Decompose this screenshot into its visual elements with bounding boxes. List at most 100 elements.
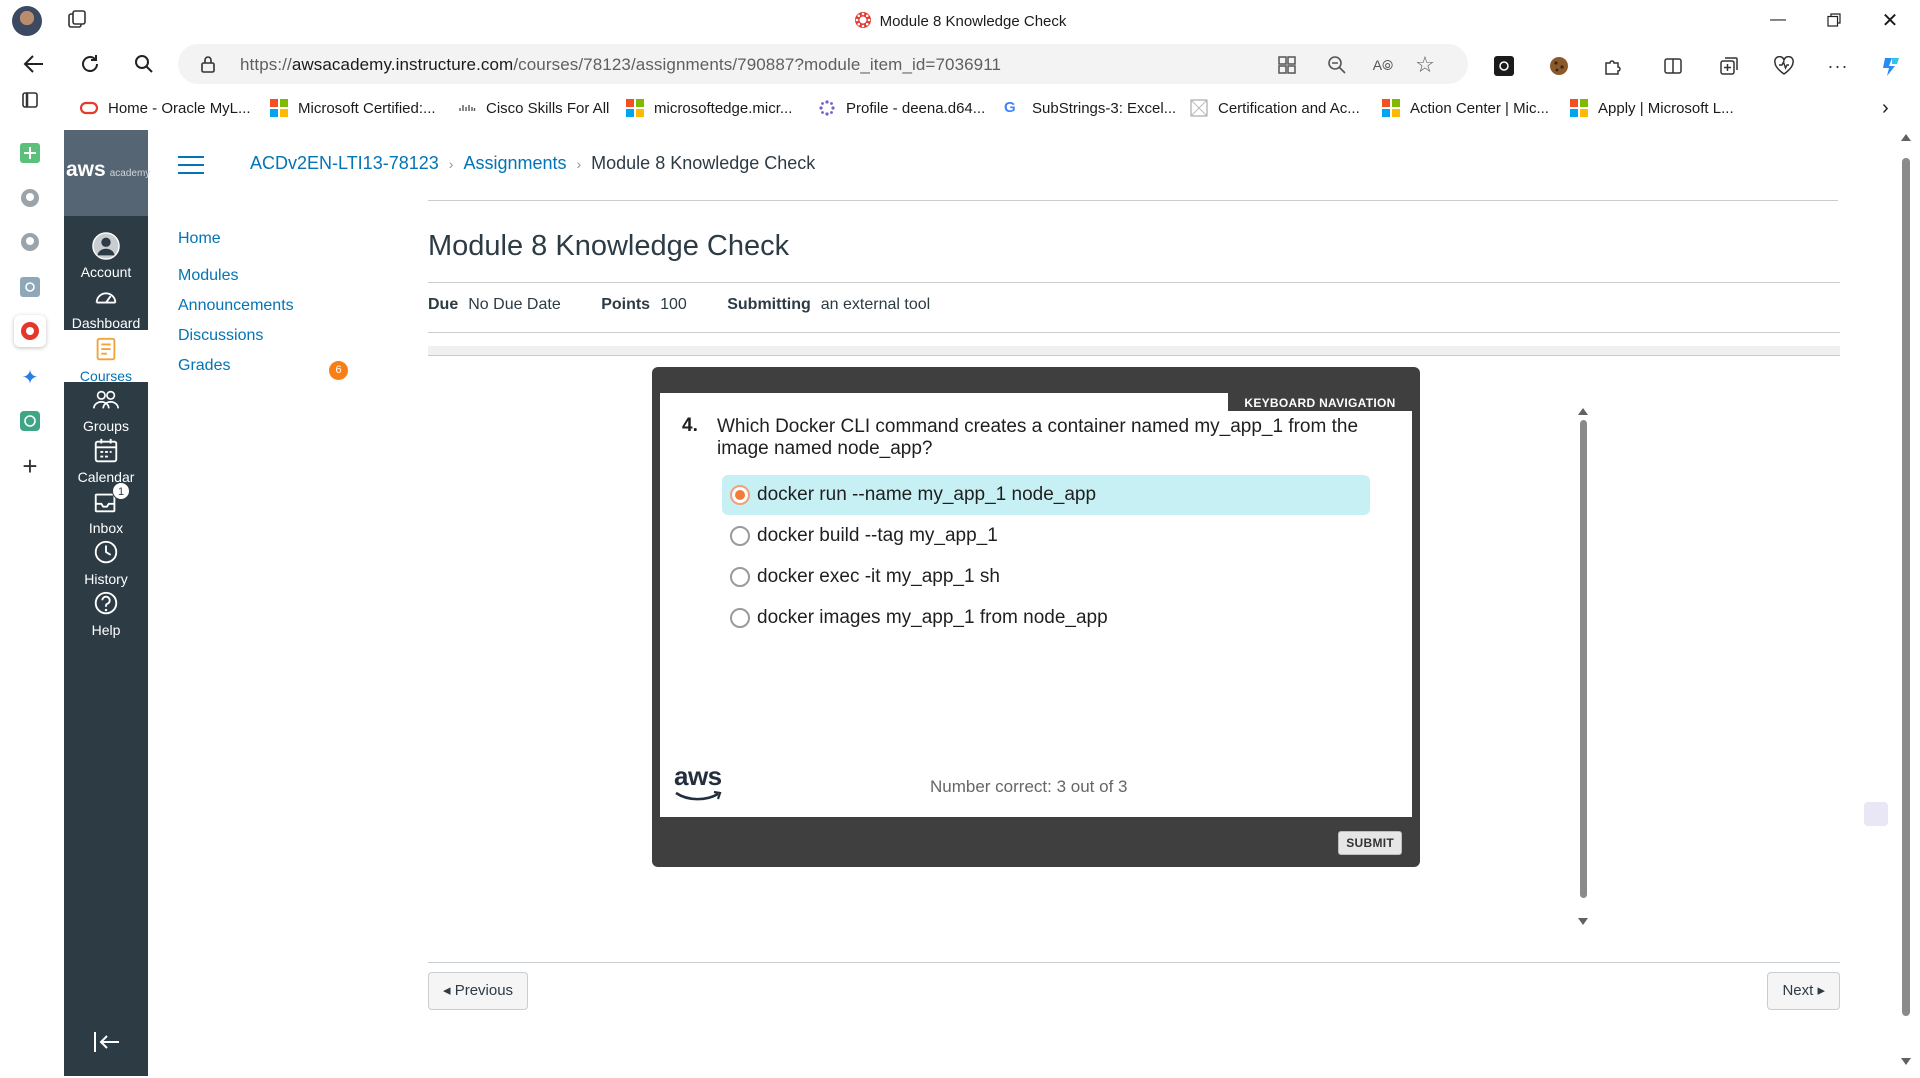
aws-academy-logo[interactable]: aws academy [64, 130, 150, 216]
course-nav-modules[interactable]: Modules [178, 267, 348, 297]
radio-icon[interactable] [730, 567, 750, 587]
refresh-button[interactable] [73, 48, 107, 80]
extension-dark-icon[interactable] [1492, 54, 1516, 78]
tool-scrollbar[interactable] [1576, 406, 1590, 928]
course-navigation: Home Modules Announcements Discussions G… [178, 230, 348, 387]
page-scroll-thumb[interactable] [1902, 158, 1910, 1016]
keyboard-navigation-link[interactable]: KEYBOARD NAVIGATION [1228, 393, 1412, 411]
restore-icon [1827, 13, 1841, 27]
nav-help[interactable]: Help [64, 584, 148, 646]
window-title-text: Module 8 Knowledge Check [879, 13, 1067, 30]
course-nav-discussions[interactable]: Discussions [178, 327, 348, 357]
favorites-overflow-chevron-icon[interactable]: › [1882, 97, 1889, 119]
canvas-lms-page: aws academy Account Dashboard Courses Gro… [64, 130, 1900, 1076]
aws-smile-icon [675, 790, 722, 801]
back-button[interactable] [17, 48, 51, 80]
bookmark-oracle[interactable]: Home - Oracle MyL... [80, 97, 251, 119]
microsoft-icon [270, 99, 288, 117]
assignment-details: Due No Due Date Points 100 Submitting an ex… [428, 296, 930, 314]
answer-option-4[interactable]: docker images my_app_1 from node_app [722, 598, 1370, 638]
answer-option-1[interactable]: docker run --name my_app_1 node_app [722, 475, 1370, 515]
footer-divider [428, 962, 1840, 963]
minimize-button[interactable]: — [1750, 0, 1806, 40]
cookie-extension-icon[interactable] [1547, 54, 1571, 78]
vertical-tabs-sidebar: ✦ + [0, 88, 60, 1078]
browser-essentials-icon[interactable] [1772, 54, 1796, 78]
answer-option-2[interactable]: docker build --tag my_app_1 [722, 516, 1370, 556]
collections-icon[interactable] [1717, 54, 1741, 78]
breadcrumb-course-link[interactable]: ACDv2EN-LTI13-78123 [250, 153, 439, 173]
bookmark-cisco[interactable]: Cisco Skills For All [458, 97, 609, 119]
side-helper-icon[interactable] [1864, 802, 1888, 826]
app-available-icon[interactable] [1276, 54, 1298, 76]
tab-chatgpt-icon[interactable] [14, 405, 46, 437]
bookmark-microsoftedge[interactable]: microsoftedge.micr... [626, 97, 792, 119]
groups-icon [93, 390, 119, 409]
submit-button[interactable]: SUBMIT [1338, 831, 1402, 855]
zoom-icon[interactable] [1326, 54, 1348, 76]
tool-scroll-thumb[interactable] [1580, 420, 1587, 898]
page-title: Module 8 Knowledge Check [428, 230, 790, 262]
next-button[interactable]: Next ▸ [1767, 972, 1840, 1010]
breadcrumb-assignments-link[interactable]: Assignments [463, 153, 566, 173]
nav-courses[interactable]: Courses [64, 330, 148, 384]
collapse-nav-icon[interactable] [92, 1030, 122, 1054]
tab-canvas-active-icon[interactable] [14, 315, 46, 347]
bookmark-microsoft-certified[interactable]: Microsoft Certified:... [270, 97, 436, 119]
page-scroll-down-icon[interactable] [1901, 1058, 1911, 1065]
page-scroll-up-icon[interactable] [1901, 134, 1911, 141]
lock-icon[interactable] [200, 55, 216, 73]
help-icon [94, 591, 118, 615]
favorites-bar: Home - Oracle MyL... Microsoft Certified… [0, 88, 1920, 128]
points-value: 100 [660, 296, 687, 313]
radio-selected-icon[interactable] [730, 485, 750, 505]
microsoft-icon [1382, 99, 1400, 117]
search-button[interactable] [127, 48, 161, 80]
course-nav-announcements[interactable]: Announcements [178, 297, 348, 327]
scroll-down-arrow-icon[interactable] [1578, 918, 1588, 925]
tab-actions-icon[interactable] [14, 84, 46, 116]
bookmark-certification[interactable]: Certification and Ac... [1190, 97, 1360, 119]
tab-green-sheet-icon[interactable] [14, 137, 46, 169]
course-menu-toggle-icon[interactable] [178, 156, 204, 176]
profile-icon [819, 100, 835, 116]
url-domain: awsacademy.instructure.com [291, 55, 514, 74]
radio-icon[interactable] [730, 526, 750, 546]
favorite-star-icon[interactable]: ☆ [1414, 52, 1436, 77]
bookmark-profile[interactable]: Profile - deena.d64... [818, 97, 985, 119]
oracle-icon [80, 101, 98, 115]
course-nav-grades[interactable]: Grades 6 [178, 357, 348, 387]
browser-toolbar: https://awsacademy.instructure.com/cours… [0, 40, 1920, 88]
radio-icon[interactable] [730, 608, 750, 628]
maximize-button[interactable] [1806, 0, 1862, 40]
course-nav-label: Modules [178, 267, 239, 284]
read-aloud-icon[interactable]: A⦾ [1372, 54, 1394, 76]
tab-github-icon[interactable] [14, 182, 46, 214]
page-scrollbar[interactable] [1899, 130, 1913, 1076]
scroll-up-arrow-icon[interactable] [1578, 408, 1588, 415]
url-text[interactable]: https://awsacademy.instructure.com/cours… [240, 55, 1001, 75]
new-tab-plus-icon[interactable]: + [14, 450, 46, 482]
extensions-puzzle-icon[interactable] [1601, 54, 1625, 78]
score-text: Number correct: 3 out of 3 [930, 777, 1128, 796]
bookmark-action-center[interactable]: Action Center | Mic... [1382, 97, 1549, 119]
copilot-icon[interactable] [1880, 54, 1904, 78]
window-title: Module 8 Knowledge Check [0, 11, 1920, 30]
points-label: Points [601, 296, 651, 313]
grades-count-badge: 6 [329, 361, 348, 380]
url-path: /courses/78123/assignments/790887?module… [513, 55, 1002, 74]
previous-button[interactable]: ◂ Previous [428, 972, 529, 1010]
address-bar[interactable]: https://awsacademy.instructure.com/cours… [178, 44, 1468, 84]
close-window-button[interactable]: ✕ [1862, 0, 1918, 40]
bookmark-apply-microsoft[interactable]: Apply | Microsoft L... [1570, 97, 1734, 119]
browser-title-bar: Module 8 Knowledge Check — ✕ [0, 0, 1920, 40]
tab-sparkle-icon[interactable]: ✦ [14, 361, 46, 393]
tab-app-icon[interactable] [14, 271, 46, 303]
course-nav-home[interactable]: Home [178, 230, 348, 267]
bookmark-substrings[interactable]: G SubStrings-3: Excel... [1004, 97, 1176, 119]
tab-github-icon-2[interactable] [14, 226, 46, 258]
split-screen-icon[interactable] [1661, 54, 1685, 78]
bookmark-label: Home - Oracle MyL... [108, 99, 251, 117]
more-options-icon[interactable]: ··· [1826, 54, 1850, 78]
answer-option-3[interactable]: docker exec -it my_app_1 sh [722, 557, 1370, 597]
